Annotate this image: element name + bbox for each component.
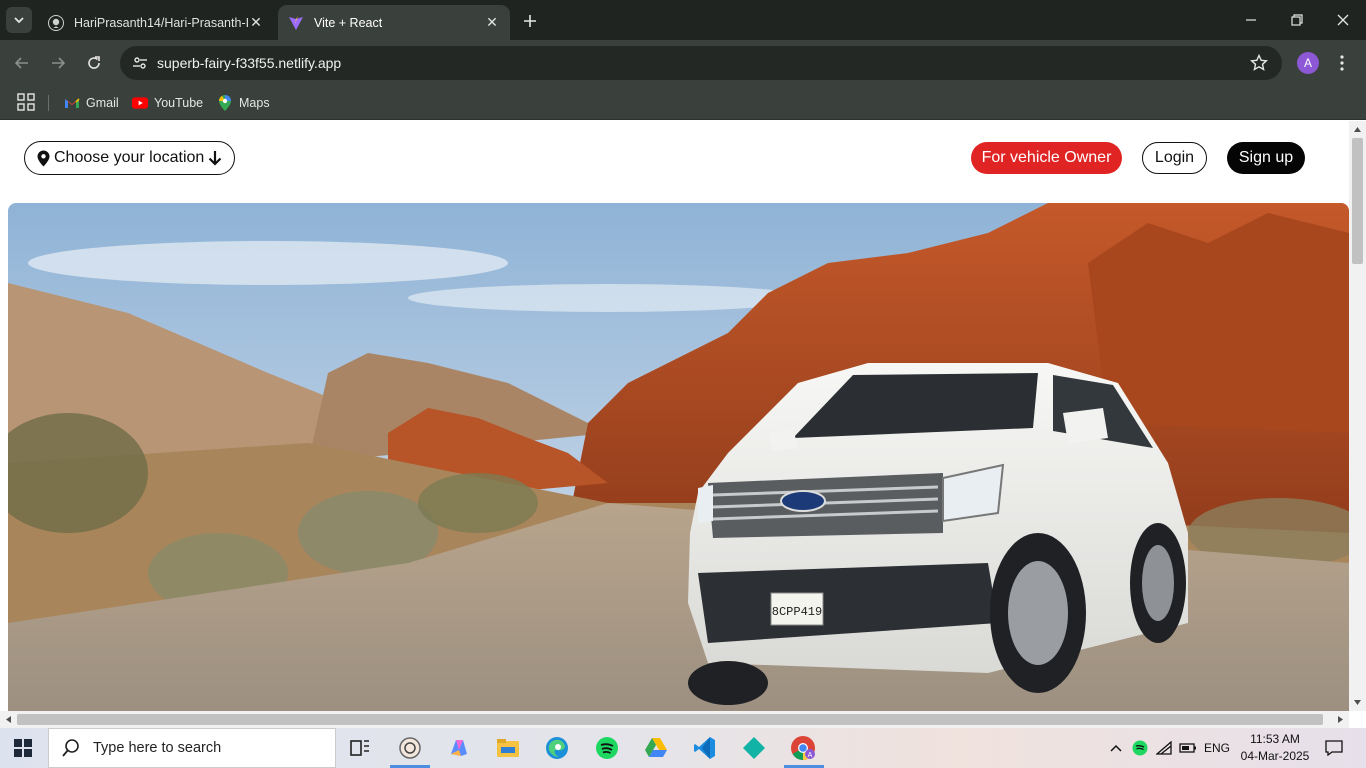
bookmarks-separator <box>48 95 49 111</box>
chevron-down-icon <box>14 17 24 24</box>
choose-location-button[interactable]: Choose your location <box>24 141 236 175</box>
address-bar[interactable]: superb-fairy-f33f55.netlify.app <box>120 46 1282 80</box>
browser-toolbar: superb-fairy-f33f55.netlify.app A <box>0 40 1366 86</box>
horizontal-scroll-thumb[interactable] <box>17 714 1323 725</box>
hero-image: 8CPP419 <box>8 203 1349 711</box>
clock-date: 04-Mar-2025 <box>1240 749 1310 763</box>
spotify-tray-icon[interactable] <box>1130 728 1150 768</box>
minimize-button[interactable] <box>1228 0 1274 40</box>
horizontal-scrollbar[interactable] <box>0 711 1349 728</box>
taskbar-clock[interactable]: 11:53 AM 04-Mar-2025 <box>1236 731 1314 765</box>
more-menu-icon[interactable] <box>1334 52 1350 74</box>
gmail-icon <box>64 96 80 110</box>
task-view-icon[interactable] <box>346 734 374 762</box>
wifi-icon[interactable] <box>1154 728 1174 768</box>
arrow-right-icon <box>52 57 66 69</box>
url-text: superb-fairy-f33f55.netlify.app <box>157 55 342 71</box>
clock-time: 11:53 AM <box>1250 732 1300 746</box>
map-pin-icon <box>37 150 50 166</box>
tab-title: HariPrasanth14/Hari-Prasanth-I <box>74 15 248 30</box>
web-page: Choose your location For vehicle Owner L… <box>0 121 1349 711</box>
close-icon[interactable]: ✕ <box>248 14 264 31</box>
google-drive-icon[interactable] <box>642 734 670 762</box>
vertical-scroll-thumb[interactable] <box>1352 138 1363 264</box>
back-button[interactable] <box>10 51 34 75</box>
vehicle-owner-button[interactable]: For vehicle Owner <box>971 142 1122 174</box>
windows-start-icon[interactable] <box>14 739 32 757</box>
vite-icon <box>288 15 304 31</box>
app-icon[interactable] <box>396 734 424 762</box>
close-icon[interactable]: ✕ <box>484 14 500 31</box>
github-icon <box>48 14 64 31</box>
reload-icon <box>88 56 100 69</box>
close-icon <box>1337 14 1349 26</box>
browser-tab-strip: HariPrasanth14/Hari-Prasanth-I ✕ Vite + … <box>0 0 1366 40</box>
search-icon <box>62 739 79 757</box>
edge-icon[interactable] <box>543 734 571 762</box>
site-info-icon[interactable] <box>124 55 156 71</box>
forward-button[interactable] <box>46 51 70 75</box>
login-button[interactable]: Login <box>1142 142 1207 174</box>
tab-search-button[interactable] <box>6 7 32 33</box>
spotify-icon[interactable] <box>593 734 621 762</box>
show-hidden-icons-icon[interactable] <box>1106 728 1126 768</box>
license-plate-text: 8CPP419 <box>772 605 822 619</box>
bookmark-label: Gmail <box>86 96 119 110</box>
notifications-icon[interactable] <box>1322 728 1346 768</box>
scroll-left-icon[interactable] <box>0 711 17 728</box>
taskbar-search-box[interactable]: Type here to search <box>48 728 336 768</box>
bookmark-maps[interactable]: Maps <box>217 91 270 115</box>
windows-taskbar: Type here to search A ENG 11:53 AM 04-Ma… <box>0 728 1366 768</box>
bookmark-youtube[interactable]: YouTube <box>132 91 203 115</box>
youtube-icon <box>132 96 148 110</box>
scroll-down-icon[interactable] <box>1349 694 1366 711</box>
profile-avatar[interactable]: A <box>1297 52 1319 74</box>
language-indicator[interactable]: ENG <box>1202 728 1232 768</box>
plus-icon <box>524 15 536 27</box>
bookmark-label: YouTube <box>154 96 204 110</box>
maps-icon <box>217 95 233 111</box>
tab-vite-react[interactable]: Vite + React ✕ <box>278 5 510 40</box>
restore-icon <box>1291 14 1303 26</box>
location-label: Choose your location <box>54 149 205 166</box>
chrome-icon[interactable]: A <box>789 734 817 762</box>
apps-grid-icon[interactable] <box>17 93 35 111</box>
file-explorer-icon[interactable] <box>494 734 522 762</box>
vscode-icon[interactable] <box>691 734 719 762</box>
close-window-button[interactable] <box>1320 0 1366 40</box>
battery-icon[interactable] <box>1178 728 1198 768</box>
svg-text:A: A <box>808 752 813 759</box>
bookmarks-bar: Gmail YouTube Maps <box>0 86 1366 120</box>
scroll-right-icon[interactable] <box>1332 711 1349 728</box>
new-tab-button[interactable] <box>518 9 542 33</box>
search-placeholder: Type here to search <box>93 740 222 756</box>
vertical-scrollbar[interactable] <box>1349 121 1366 711</box>
restore-button[interactable] <box>1274 0 1320 40</box>
tab-title: Vite + React <box>314 15 383 30</box>
minimize-icon <box>1246 19 1256 21</box>
app-diamond-icon[interactable] <box>740 734 768 762</box>
arrow-left-icon <box>14 57 28 69</box>
scroll-up-icon[interactable] <box>1349 121 1366 138</box>
bookmark-label: Maps <box>239 96 270 110</box>
arrow-down-icon <box>209 151 222 166</box>
copilot-icon[interactable] <box>445 734 473 762</box>
bookmark-star-icon[interactable] <box>1249 53 1269 77</box>
tab-github[interactable]: HariPrasanth14/Hari-Prasanth-I ✕ <box>38 5 274 40</box>
reload-button[interactable] <box>82 51 106 75</box>
bookmark-gmail[interactable]: Gmail <box>64 91 119 115</box>
signup-button[interactable]: Sign up <box>1227 142 1305 174</box>
